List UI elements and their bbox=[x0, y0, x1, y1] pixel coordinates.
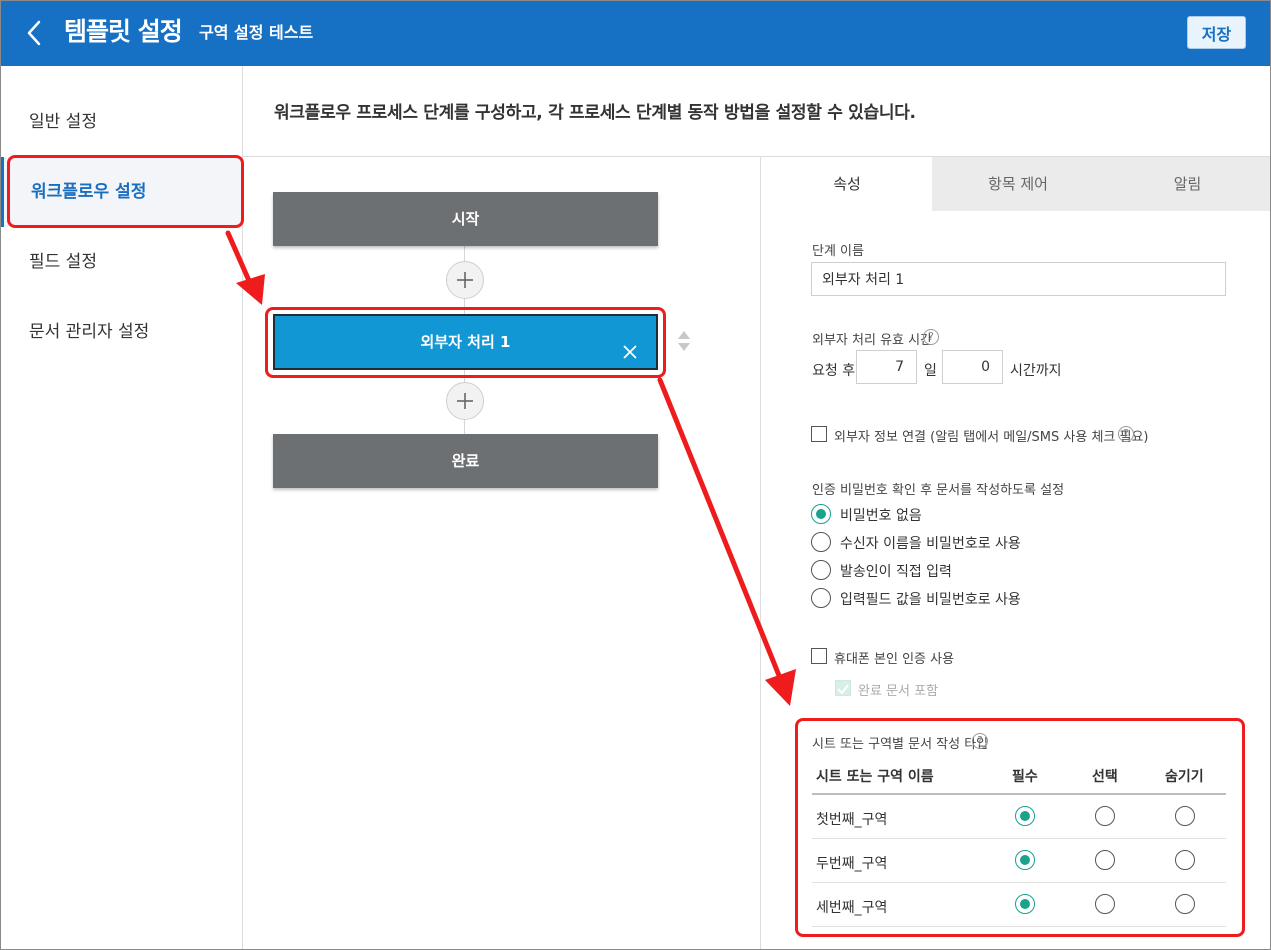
checkmark-icon bbox=[837, 684, 849, 695]
add-step-button[interactable] bbox=[446, 261, 484, 299]
sidebar: 일반 설정 워크플로우 설정 필드 설정 문서 관리자 설정 bbox=[0, 66, 243, 950]
column-header-optional: 선택 bbox=[1092, 769, 1118, 785]
zone-section-title: 시트 또는 구역별 문서 작성 타입 bbox=[812, 737, 989, 752]
zone-2-hide-radio[interactable] bbox=[1175, 850, 1195, 870]
plus-icon bbox=[457, 272, 473, 288]
password-sender-input-radio[interactable] bbox=[811, 560, 831, 580]
include-complete-label: 완료 문서 포함 bbox=[858, 684, 939, 699]
include-complete-checkbox[interactable] bbox=[835, 680, 851, 696]
days-input[interactable] bbox=[856, 350, 917, 384]
reorder-handle-icon[interactable] bbox=[676, 329, 692, 353]
table-row-divider bbox=[812, 882, 1226, 883]
sidebar-item-doc-admin[interactable]: 문서 관리자 설정 bbox=[0, 297, 242, 367]
password-field-value-radio[interactable] bbox=[811, 588, 831, 608]
save-button[interactable]: 저장 bbox=[1187, 16, 1246, 49]
password-none-radio[interactable] bbox=[811, 504, 831, 524]
template-name: 구역 설정 테스트 bbox=[199, 23, 314, 42]
plus-icon bbox=[457, 393, 473, 409]
tab-properties[interactable]: 속성 bbox=[761, 157, 933, 211]
radio-label: 입력필드 값을 비밀번호로 사용 bbox=[840, 592, 1021, 608]
radio-label: 발송인이 직접 입력 bbox=[840, 564, 952, 580]
external-info-label: 외부자 정보 연결 (알림 탭에서 메일/SMS 사용 체크 필요) bbox=[834, 430, 1149, 445]
divider bbox=[760, 156, 761, 950]
zone-1-hide-radio[interactable] bbox=[1175, 806, 1195, 826]
step-name-input[interactable] bbox=[811, 262, 1226, 296]
workflow-step-external[interactable]: 외부자 처리 1 bbox=[273, 314, 658, 370]
hours-unit: 시간까지 bbox=[1010, 363, 1062, 379]
phone-auth-label: 휴대폰 본인 인증 사용 bbox=[834, 652, 955, 667]
sidebar-item-general[interactable]: 일반 설정 bbox=[0, 87, 242, 157]
password-section-label: 인증 비밀번호 확인 후 문서를 작성하도록 설정 bbox=[812, 483, 1065, 498]
table-header-divider bbox=[812, 793, 1226, 795]
zone-3-optional-radio[interactable] bbox=[1095, 894, 1115, 914]
close-icon[interactable] bbox=[620, 331, 640, 359]
table-row-divider bbox=[812, 926, 1226, 927]
external-info-checkbox[interactable] bbox=[811, 426, 827, 442]
step-label: 외부자 처리 1 bbox=[420, 333, 511, 351]
password-recipient-name-radio[interactable] bbox=[811, 532, 831, 552]
zone-3-hide-radio[interactable] bbox=[1175, 894, 1195, 914]
radio-label: 수신자 이름을 비밀번호로 사용 bbox=[840, 536, 1021, 552]
validity-label: 외부자 처리 유효 시간 bbox=[812, 333, 933, 348]
workflow-description: 워크플로우 프로세스 단계를 구성하고, 각 프로세스 단계별 동작 방법을 설… bbox=[274, 103, 916, 123]
radio-label: 비밀번호 없음 bbox=[840, 508, 922, 524]
workflow-end-step[interactable]: 완료 bbox=[273, 434, 658, 488]
request-after-label: 요청 후 bbox=[812, 363, 856, 379]
help-icon[interactable]: ? bbox=[1118, 426, 1134, 442]
column-header-required: 필수 bbox=[1012, 769, 1038, 785]
app-header: 템플릿 설정 구역 설정 테스트 저장 bbox=[0, 0, 1271, 66]
workflow-start-step[interactable]: 시작 bbox=[273, 192, 658, 246]
column-header-zone-name: 시트 또는 구역 이름 bbox=[816, 769, 934, 785]
zone-1-optional-radio[interactable] bbox=[1095, 806, 1115, 826]
phone-auth-checkbox[interactable] bbox=[811, 648, 827, 664]
tab-notifications[interactable]: 알림 bbox=[1104, 157, 1271, 211]
column-header-hide: 숨기기 bbox=[1165, 769, 1204, 785]
zone-1-required-radio[interactable] bbox=[1015, 806, 1035, 826]
step-name-label: 단계 이름 bbox=[812, 244, 864, 259]
help-icon[interactable]: ? bbox=[972, 733, 988, 749]
days-unit: 일 bbox=[924, 363, 937, 379]
zone-2-optional-radio[interactable] bbox=[1095, 850, 1115, 870]
tab-field-control[interactable]: 항목 제어 bbox=[932, 157, 1104, 211]
zone-2-required-radio[interactable] bbox=[1015, 850, 1035, 870]
zone-3-required-radio[interactable] bbox=[1015, 894, 1035, 914]
zone-row-name: 세번째_구역 bbox=[816, 900, 888, 916]
add-step-button[interactable] bbox=[446, 382, 484, 420]
page-title: 템플릿 설정 bbox=[64, 17, 183, 46]
sidebar-item-fields[interactable]: 필드 설정 bbox=[0, 227, 242, 297]
zone-row-name: 첫번째_구역 bbox=[816, 812, 888, 828]
back-arrow-icon[interactable] bbox=[22, 18, 50, 48]
sidebar-item-workflow[interactable]: 워크플로우 설정 bbox=[0, 157, 242, 227]
help-icon[interactable]: ? bbox=[923, 329, 939, 345]
hours-input[interactable] bbox=[942, 350, 1003, 384]
table-row-divider bbox=[812, 838, 1226, 839]
zone-row-name: 두번째_구역 bbox=[816, 856, 888, 872]
